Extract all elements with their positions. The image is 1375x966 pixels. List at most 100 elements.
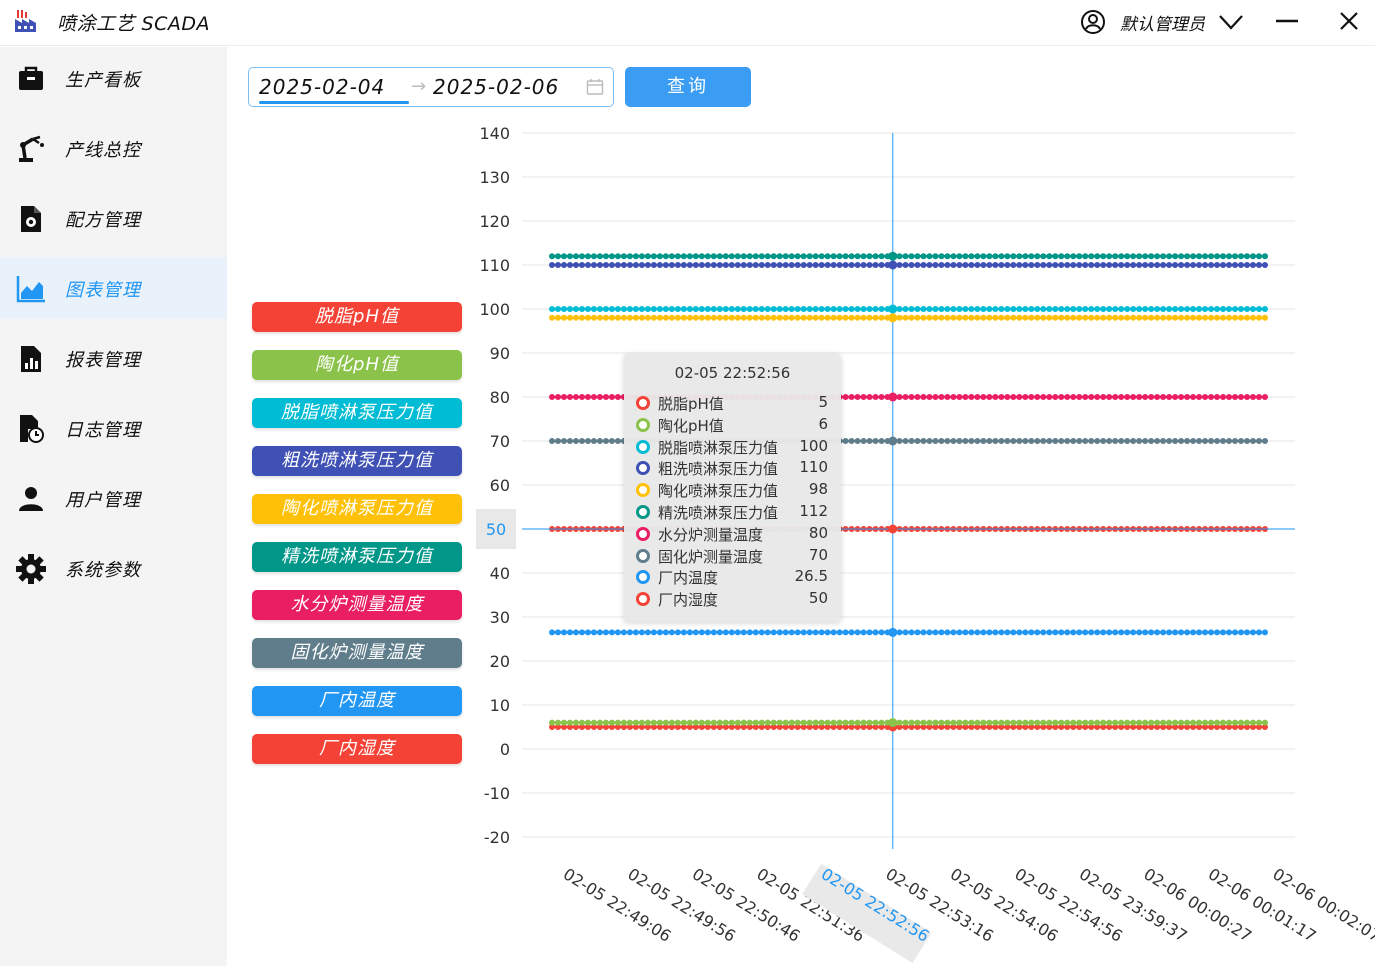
legend-toggle-button[interactable]: 厂内湿度 — [252, 734, 462, 764]
data-point — [782, 306, 789, 312]
data-point — [1034, 629, 1041, 636]
data-point — [602, 438, 609, 444]
data-point — [1232, 629, 1239, 636]
data-point — [902, 262, 909, 268]
data-point — [608, 629, 615, 636]
data-point — [764, 314, 771, 321]
data-point — [752, 262, 759, 268]
sidebar-item-recipe[interactable]: 配方管理 — [0, 187, 227, 249]
legend-toggle-button[interactable]: 厂内温度 — [252, 686, 462, 716]
user-avatar-icon[interactable] — [1080, 9, 1106, 35]
legend-toggle-button[interactable]: 脱脂喷淋泵压力值 — [252, 398, 462, 428]
data-point — [566, 262, 573, 268]
data-point — [620, 629, 627, 636]
legend-toggle-button[interactable]: 固化炉测量温度 — [252, 638, 462, 668]
query-button[interactable]: 查询 — [625, 67, 751, 107]
data-point — [1184, 262, 1191, 268]
legend-toggle-button[interactable]: 水分炉测量温度 — [252, 590, 462, 620]
data-point — [830, 629, 837, 636]
data-point — [1166, 719, 1173, 726]
y-tick-label: 30 — [490, 608, 510, 627]
data-point — [956, 438, 963, 444]
close-button[interactable] — [1336, 8, 1362, 34]
data-point — [950, 394, 957, 400]
sidebar-item-charts[interactable]: 图表管理 — [0, 257, 227, 319]
data-point — [1100, 438, 1107, 444]
data-point — [1136, 438, 1143, 444]
data-point — [1226, 306, 1233, 312]
data-point — [692, 314, 699, 321]
legend-toggle-button[interactable]: 脱脂pH值 — [252, 302, 462, 332]
legend-toggle-button[interactable]: 陶化pH值 — [252, 350, 462, 380]
data-point — [1220, 253, 1227, 260]
user-name[interactable]: 默认管理员 — [1120, 10, 1205, 35]
data-point — [776, 262, 783, 268]
data-point — [1076, 629, 1083, 636]
data-point — [800, 306, 807, 312]
data-point — [1172, 438, 1179, 444]
sidebar-item-dashboard[interactable]: 生产看板 — [0, 47, 227, 109]
data-point — [566, 719, 573, 726]
data-point — [1178, 394, 1185, 400]
sidebar-item-logs[interactable]: 日志管理 — [0, 397, 227, 459]
date-range-picker[interactable]: 2025-02-04 → 2025-02-06 — [248, 67, 614, 107]
tooltip-series-value: 80 — [808, 523, 828, 542]
data-point — [728, 306, 735, 312]
data-point — [1118, 314, 1125, 321]
data-point — [740, 253, 747, 260]
sidebar-item-label: 日志管理 — [65, 420, 141, 441]
data-point — [1064, 262, 1071, 268]
line-chart[interactable]: 1401301201101009080706050403020100-10-20… — [470, 115, 1375, 966]
data-point — [788, 253, 795, 260]
data-point — [926, 306, 933, 312]
data-point — [788, 262, 795, 268]
data-point — [812, 314, 819, 321]
data-point — [716, 262, 723, 268]
data-point — [1094, 719, 1101, 726]
data-point — [926, 438, 933, 444]
data-point — [776, 306, 783, 312]
data-point — [596, 629, 603, 636]
data-point — [578, 306, 585, 312]
legend-toggle-button[interactable]: 陶化喷淋泵压力值 — [252, 494, 462, 524]
data-point — [1022, 394, 1029, 400]
data-point — [1142, 314, 1149, 321]
data-point — [968, 306, 975, 312]
calendar-icon[interactable] — [586, 78, 604, 96]
data-point — [1046, 438, 1053, 444]
data-point — [578, 253, 585, 260]
chevron-down-icon[interactable] — [1218, 12, 1244, 32]
data-point — [1016, 394, 1023, 400]
data-point — [1100, 314, 1107, 321]
highlight-point — [888, 392, 898, 402]
data-point — [986, 438, 993, 444]
end-date-field[interactable]: 2025-02-06 — [433, 75, 559, 99]
data-point — [632, 629, 639, 636]
data-point — [794, 629, 801, 636]
data-point — [1166, 253, 1173, 260]
data-point — [1220, 314, 1227, 321]
data-point — [584, 262, 591, 268]
sidebar-item-system-params[interactable]: 系统参数 — [0, 537, 227, 599]
sidebar-item-users[interactable]: 用户管理 — [0, 467, 227, 529]
data-point — [1202, 253, 1209, 260]
minimize-button[interactable] — [1274, 8, 1300, 34]
data-point — [926, 314, 933, 321]
legend-toggle-button[interactable]: 精洗喷淋泵压力值 — [252, 542, 462, 572]
data-point — [578, 438, 585, 444]
sidebar-item-line-control[interactable]: 产线总控 — [0, 117, 227, 179]
y-tick-label: -20 — [484, 828, 510, 847]
gear-icon — [16, 554, 46, 584]
sidebar-item-reports[interactable]: 报表管理 — [0, 327, 227, 389]
data-point — [992, 629, 999, 636]
data-point — [770, 314, 777, 321]
tooltip-series-name: 厂内温度 — [658, 569, 719, 588]
data-point — [1016, 262, 1023, 268]
legend-toggle-button[interactable]: 粗洗喷淋泵压力值 — [252, 446, 462, 476]
data-point — [938, 629, 945, 636]
start-date-field[interactable]: 2025-02-04 — [259, 75, 385, 99]
data-point — [1064, 314, 1071, 321]
data-point — [1226, 394, 1233, 400]
data-point — [920, 394, 927, 400]
data-point — [866, 394, 873, 400]
